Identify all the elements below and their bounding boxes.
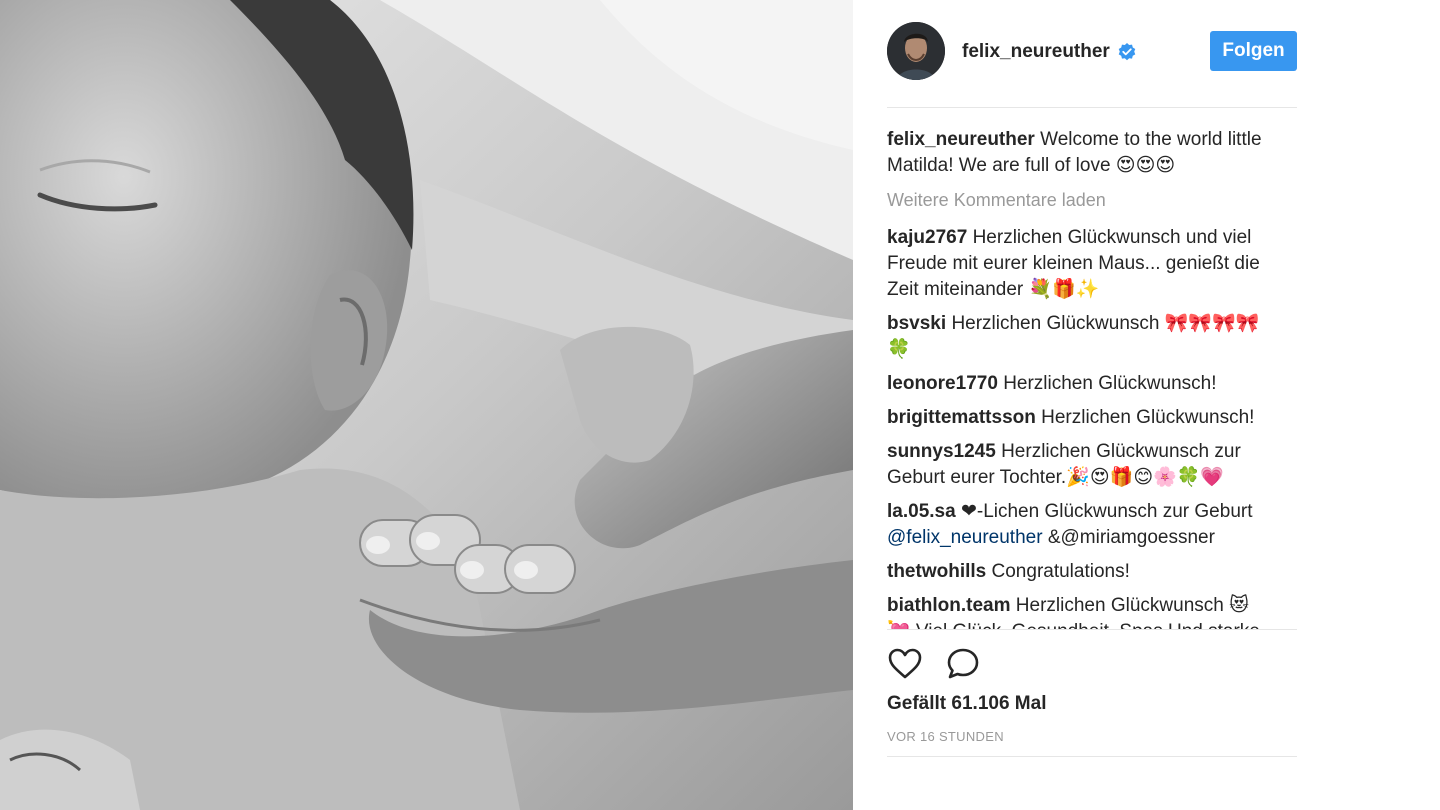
post-header: felix_neureuther Folgen xyxy=(887,22,1297,108)
comment-item: leonore1770 Herzlichen Glückwunsch! xyxy=(887,371,1267,397)
comment-item: kaju2767 Herzlichen Glückwunsch und viel… xyxy=(887,225,1267,303)
comment-text: Herzlichen Glückwunsch! xyxy=(1041,407,1255,428)
comment-item: la.05.sa ❤-Lichen Glückwunsch zur Geburt… xyxy=(887,499,1267,551)
comment-text-post: &@miriamgoessner xyxy=(1042,527,1215,548)
follow-button[interactable]: Folgen xyxy=(1210,31,1297,71)
comment-username[interactable]: sunnys1245 xyxy=(887,441,996,462)
comment-text: Congratulations! xyxy=(991,561,1130,582)
heart-icon[interactable] xyxy=(887,646,923,682)
comment-username[interactable]: bsvski xyxy=(887,313,946,334)
comment-username[interactable]: thetwohills xyxy=(887,561,986,582)
comments-list[interactable]: felix_neureuther Welcome to the world li… xyxy=(887,127,1297,630)
post-timestamp[interactable]: VOR 16 STUNDEN xyxy=(887,729,1297,757)
caption: felix_neureuther Welcome to the world li… xyxy=(887,127,1267,179)
comment-text: ❤-Lichen Glückwunsch zur Geburt xyxy=(960,501,1253,522)
comment-username[interactable]: la.05.sa xyxy=(887,501,956,522)
comment-mention-link[interactable]: @felix_neureuther xyxy=(887,527,1043,548)
comment-item: sunnys1245 Herzlichen Glückwunsch zur Ge… xyxy=(887,439,1267,491)
comment-item: biathlon.team Herzlichen Glückwunsch 😻💘 … xyxy=(887,593,1267,629)
comment-username[interactable]: kaju2767 xyxy=(887,227,967,248)
comment-bubble-icon[interactable] xyxy=(945,646,981,682)
comment-username[interactable]: brigittemattsson xyxy=(887,407,1036,428)
comment-item: brigittemattsson Herzlichen Glückwunsch! xyxy=(887,405,1267,431)
load-more-comments-link[interactable]: Weitere Kommentare laden xyxy=(887,187,1297,213)
author-username-text[interactable]: felix_neureuther xyxy=(962,41,1110,63)
post-details-panel: felix_neureuther Folgen felix_neureuther… xyxy=(853,0,1440,810)
comment-text: Herzlichen Glückwunsch! xyxy=(1003,373,1217,394)
comment-username[interactable]: biathlon.team xyxy=(887,595,1011,616)
newborn-photo-illustration xyxy=(0,0,853,810)
likes-count[interactable]: Gefällt 61.106 Mal xyxy=(887,693,1046,715)
post-actions xyxy=(887,646,981,682)
author-avatar[interactable] xyxy=(887,22,945,80)
comment-item: bsvski Herzlichen Glückwunsch 🎀🎀🎀🎀🍀 xyxy=(887,311,1267,363)
comment-item: thetwohills Congratulations! xyxy=(887,559,1267,585)
verified-badge-icon xyxy=(1118,43,1136,61)
post-photo[interactable] xyxy=(0,0,853,810)
avatar-portrait-icon xyxy=(887,22,945,80)
author-username[interactable]: felix_neureuther xyxy=(962,41,1136,63)
comment-username[interactable]: leonore1770 xyxy=(887,373,998,394)
caption-username[interactable]: felix_neureuther xyxy=(887,129,1035,150)
